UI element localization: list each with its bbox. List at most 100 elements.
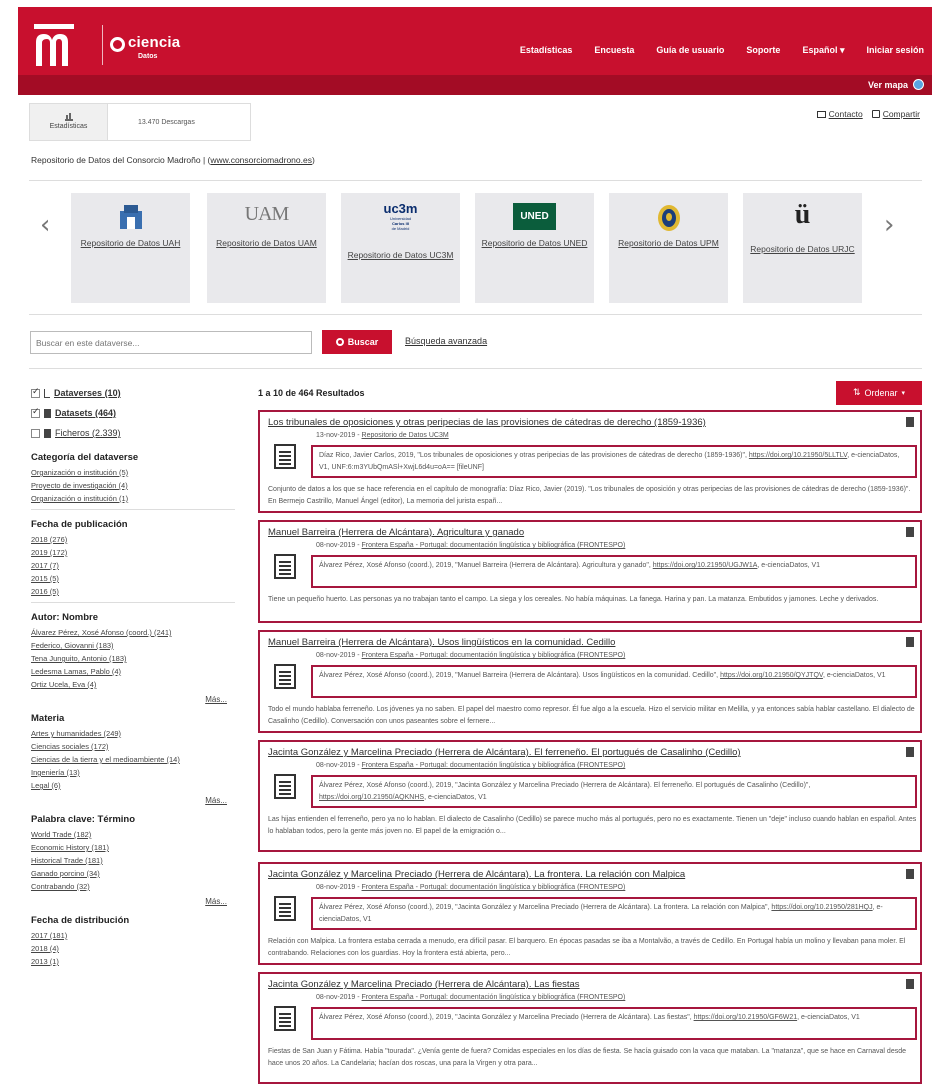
result-title[interactable]: Jacinta González y Marcelina Preciado (H…	[268, 979, 898, 990]
facet-item[interactable]: Ciencias sociales (172)	[31, 740, 235, 753]
type-filter-dataverses[interactable]: Dataverses (10)	[31, 383, 235, 403]
type-label-dataverses[interactable]: Dataverses	[54, 388, 102, 398]
repo-card-uc3m-label[interactable]: Repositorio de Datos UC3M	[347, 249, 454, 261]
facet-item[interactable]: 2017 (181)	[31, 929, 235, 942]
result-title[interactable]: Jacinta González y Marcelina Preciado (H…	[268, 869, 898, 880]
facet-more-link[interactable]: Más...	[31, 695, 235, 704]
checkbox-dataverses[interactable]	[31, 387, 40, 398]
doi-link[interactable]: https://doi.org/10.21950/281HQJ	[771, 904, 872, 911]
result-source-link[interactable]: Frontera España - Portugal: documentació…	[362, 994, 626, 1001]
globe-icon[interactable]	[913, 79, 924, 90]
metrics-stats-tab[interactable]: Estadísticas	[30, 104, 108, 140]
nav-login[interactable]: Iniciar sesión	[866, 45, 924, 56]
language-dropdown[interactable]: Español ▾	[802, 45, 844, 56]
dataset-thumbnail-icon[interactable]	[274, 444, 296, 469]
search-button-label[interactable]: Buscar	[348, 337, 379, 347]
map-link[interactable]: Ver mapa	[868, 79, 924, 90]
repo-card-uah[interactable]: Repositorio de Datos UAH	[71, 193, 190, 303]
facet-item[interactable]: Álvarez Pérez, Xosé Afonso (coord.) (241…	[31, 626, 235, 639]
map-link-label[interactable]: Ver mapa	[868, 80, 908, 90]
type-filter-datasets[interactable]: Datasets (464)	[31, 403, 235, 423]
carousel-next-icon[interactable]: ›	[884, 210, 894, 240]
result-source-link[interactable]: Frontera España - Portugal: documentació…	[362, 542, 626, 549]
result-source-link[interactable]: Repositorio de Datos UC3M	[362, 432, 449, 439]
facet-item[interactable]: 2019 (172)	[31, 546, 235, 559]
facet-item[interactable]: Proyecto de investigación (4)	[31, 479, 235, 492]
result-title[interactable]: Jacinta González y Marcelina Preciado (H…	[268, 747, 898, 758]
facet-item[interactable]: Ledesma Lamas, Pablo (4)	[31, 665, 235, 678]
result-source-link[interactable]: Frontera España - Portugal: documentació…	[362, 652, 626, 659]
brand-name[interactable]: ciencia	[128, 34, 180, 51]
dataset-thumbnail-icon[interactable]	[274, 896, 296, 921]
facet-item[interactable]: Ingeniería (13)	[31, 766, 235, 779]
facet-item[interactable]: Organización o institución (1)	[31, 492, 235, 505]
dataset-thumbnail-icon[interactable]	[274, 664, 296, 689]
facet-item[interactable]: Ganado porcino (34)	[31, 867, 235, 880]
result-title[interactable]: Manuel Barreira (Herrera de Alcántara). …	[268, 527, 898, 538]
doi-link[interactable]: https://doi.org/10.21950/QYJTQV	[720, 672, 823, 679]
nav-encuesta[interactable]: Encuesta	[594, 45, 634, 56]
nav-estadisticas[interactable]: Estadísticas	[520, 45, 573, 56]
share-button[interactable]: Compartir	[871, 109, 920, 119]
result-title[interactable]: Manuel Barreira (Herrera de Alcántara). …	[268, 637, 898, 648]
type-label-ficheros[interactable]: Ficheros	[55, 428, 90, 438]
result-source-link[interactable]: Frontera España - Portugal: documentació…	[362, 884, 626, 891]
facet-more-link[interactable]: Más...	[31, 897, 235, 906]
facet-item[interactable]: Tena Junguito, Antonio (183)	[31, 652, 235, 665]
facet-item[interactable]: 2016 (5)	[31, 585, 235, 598]
facet-item[interactable]: World Trade (182)	[31, 828, 235, 841]
type-filter-ficheros[interactable]: Ficheros (2.339)	[31, 423, 235, 443]
facet-item[interactable]: Organización o institución (5)	[31, 466, 235, 479]
dataset-thumbnail-icon[interactable]	[274, 554, 296, 579]
facet-divider	[31, 602, 235, 603]
facet-item[interactable]: 2013 (1)	[31, 955, 235, 968]
facet-item[interactable]: Ortiz Ucela, Eva (4)	[31, 678, 235, 691]
facet-item[interactable]: Artes y humanidades (249)	[31, 727, 235, 740]
repo-card-uam[interactable]: UAM Repositorio de Datos UAM	[207, 193, 326, 303]
checkbox-ficheros[interactable]	[31, 428, 40, 438]
consorcio-link[interactable]: www.consorciomadrono.es	[210, 155, 312, 165]
advanced-search-link[interactable]: Búsqueda avanzada	[405, 336, 487, 346]
doi-link[interactable]: https://doi.org/10.21950/GF6W21	[694, 1014, 798, 1021]
nav-soporte[interactable]: Soporte	[746, 45, 780, 56]
search-button[interactable]: Buscar	[322, 330, 392, 354]
doi-link[interactable]: https://doi.org/10.21950/5LLTLV	[749, 452, 847, 459]
type-label-datasets[interactable]: Datasets	[55, 408, 93, 418]
order-button-label[interactable]: Ordenar	[865, 388, 898, 398]
carousel-prev-icon[interactable]: ‹	[40, 210, 50, 240]
dataset-thumbnail-icon[interactable]	[274, 774, 296, 799]
facet-item[interactable]: 2015 (5)	[31, 572, 235, 585]
share-label[interactable]: Compartir	[883, 109, 920, 119]
facet-item[interactable]: 2018 (4)	[31, 942, 235, 955]
facet-item[interactable]: Federico, Giovanni (183)	[31, 639, 235, 652]
repo-card-uned[interactable]: UNED Repositorio de Datos UNED	[475, 193, 594, 303]
repo-card-uc3m[interactable]: uc3m Universidad Carlos III de Madrid Re…	[341, 193, 460, 303]
facet-item[interactable]: 2017 (7)	[31, 559, 235, 572]
facet-item[interactable]: 2018 (276)	[31, 533, 235, 546]
facet-item[interactable]: Economic History (181)	[31, 841, 235, 854]
order-button[interactable]: ⇅ Ordenar ▾	[836, 381, 922, 405]
repo-card-uned-label[interactable]: Repositorio de Datos UNED	[481, 237, 588, 249]
consorcio-madrono-logo-icon[interactable]	[30, 20, 78, 68]
contact-button[interactable]: Contacto	[816, 109, 863, 119]
repo-card-urjc-label[interactable]: Repositorio de Datos URJC	[749, 243, 856, 255]
repo-card-upm-label[interactable]: Repositorio de Datos UPM	[615, 237, 722, 249]
repo-card-uah-label[interactable]: Repositorio de Datos UAH	[77, 237, 184, 249]
repo-card-urjc[interactable]: ü Repositorio de Datos URJC	[743, 193, 862, 303]
checkbox-datasets[interactable]	[31, 407, 40, 418]
facet-item[interactable]: Ciencias de la tierra y el medioambiente…	[31, 753, 235, 766]
doi-link[interactable]: https://doi.org/10.21950/UGJW1A	[653, 562, 758, 569]
facet-item[interactable]: Contrabando (32)	[31, 880, 235, 893]
result-title[interactable]: Los tribunales de oposiciones y otras pe…	[268, 417, 898, 428]
repo-card-uam-label[interactable]: Repositorio de Datos UAM	[213, 237, 320, 249]
repo-card-upm[interactable]: Repositorio de Datos UPM	[609, 193, 728, 303]
dataset-thumbnail-icon[interactable]	[274, 1006, 296, 1031]
nav-guia-usuario[interactable]: Guía de usuario	[656, 45, 724, 56]
facet-item[interactable]: Legal (6)	[31, 779, 235, 792]
facet-item[interactable]: Historical Trade (181)	[31, 854, 235, 867]
facet-more-link[interactable]: Más...	[31, 796, 235, 805]
result-source-link[interactable]: Frontera España - Portugal: documentació…	[362, 762, 626, 769]
search-input[interactable]	[30, 331, 312, 354]
doi-link[interactable]: https://doi.org/10.21950/AQKNHS	[319, 794, 424, 801]
contact-label[interactable]: Contacto	[829, 109, 863, 119]
